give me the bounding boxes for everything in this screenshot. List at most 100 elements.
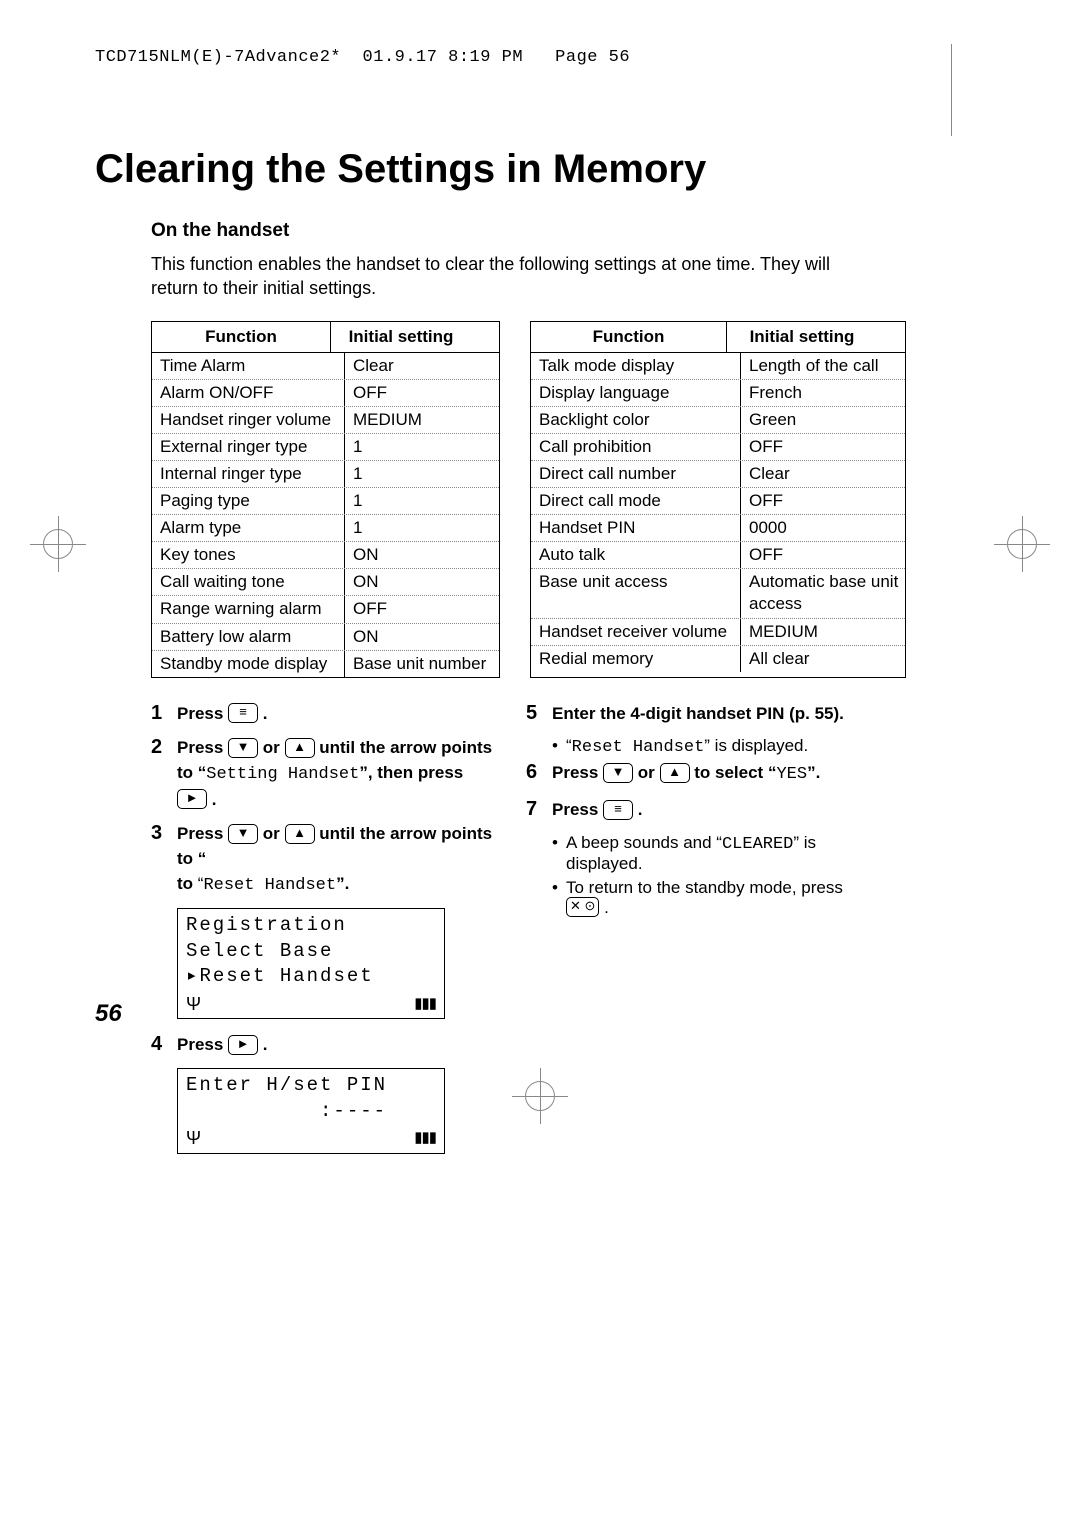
- table-row: External ringer type1: [152, 434, 499, 461]
- menu-key-icon: ≡: [603, 800, 633, 820]
- col-initial: Initial setting: [727, 322, 877, 352]
- text: ” is displayed.: [704, 736, 808, 755]
- target-text: YES: [776, 765, 807, 784]
- table-row: Battery low alarmON: [152, 624, 499, 651]
- table-row: Alarm type1: [152, 515, 499, 542]
- registration-mark-icon: [30, 516, 86, 572]
- table-row: Direct call modeOFF: [531, 488, 905, 515]
- lcd-line: Registration: [186, 913, 436, 939]
- text: To return to the standby mode, press: [566, 878, 843, 897]
- table-row: Internal ringer type1: [152, 461, 499, 488]
- table-row: Direct call numberClear: [531, 461, 905, 488]
- battery-icon: ▮▮▮: [414, 1128, 436, 1148]
- text: or: [638, 763, 660, 782]
- table-row: Key tonesON: [152, 542, 499, 569]
- lcd-screen-1: Registration Select Base ▸Reset Handset …: [177, 908, 445, 1019]
- text: Reset Handset: [572, 738, 705, 757]
- step-6: 6 Press ▼ or ▲ to select “YES”.: [526, 761, 871, 788]
- lcd-screen-2: Enter H/set PIN :---- Ψ ▮▮▮: [177, 1068, 445, 1154]
- down-key-icon: ▼: [228, 738, 258, 758]
- text: ”.: [807, 763, 820, 782]
- text: Press: [177, 824, 228, 843]
- text: .: [212, 790, 217, 809]
- text: or: [263, 738, 285, 757]
- col-function: Function: [531, 322, 727, 352]
- text: Press: [177, 704, 228, 723]
- steps-right: 5 Enter the 4-digit handset PIN (p. 55).…: [526, 702, 871, 1168]
- table-row: Backlight colorGreen: [531, 407, 905, 434]
- text: CLEARED: [722, 835, 793, 854]
- text: Press: [552, 800, 603, 819]
- text: ”.: [336, 874, 349, 893]
- battery-icon: ▮▮▮: [414, 994, 436, 1014]
- right-key-icon: ►: [228, 1035, 258, 1055]
- step-4: 4 Press ► .: [151, 1033, 496, 1058]
- step-7: 7 Press ≡ .: [526, 798, 871, 823]
- antenna-icon: Ψ: [186, 1126, 203, 1150]
- table-row: Range warning alarmOFF: [152, 596, 499, 623]
- antenna-icon: Ψ: [186, 992, 203, 1016]
- settings-tables: Function Initial setting Time AlarmClear…: [151, 321, 985, 678]
- text: Press: [177, 738, 228, 757]
- text: Press: [552, 763, 603, 782]
- right-key-icon: ►: [177, 789, 207, 809]
- settings-table-right: Function Initial setting Talk mode displ…: [530, 321, 906, 678]
- target-text: Reset Handset: [203, 876, 336, 895]
- lcd-line: :----: [186, 1099, 436, 1125]
- table-row: Standby mode displayBase unit number: [152, 651, 499, 677]
- step-3: 3 Press ▼ or ▲ until the arrow points to…: [151, 822, 496, 898]
- lcd-line: ▸Reset Handset: [186, 964, 436, 990]
- crop-mark: [951, 44, 952, 136]
- table-row: Display languageFrench: [531, 380, 905, 407]
- text: to select “: [694, 763, 776, 782]
- registration-mark-icon: [512, 1068, 568, 1124]
- text: .: [263, 1035, 268, 1054]
- table-row: Call prohibitionOFF: [531, 434, 905, 461]
- step-5-bullet: • “Reset Handset” is displayed.: [552, 736, 871, 757]
- settings-table-left: Function Initial setting Time AlarmClear…: [151, 321, 500, 678]
- text: Enter the 4-digit handset PIN (p. 55).: [552, 704, 844, 723]
- intro-text: This function enables the handset to cle…: [151, 252, 881, 301]
- table-row: Handset ringer volumeMEDIUM: [152, 407, 499, 434]
- lcd-line: Enter H/set PIN: [186, 1073, 436, 1099]
- step-7-bullet-2: • To return to the standby mode, press ✕…: [552, 878, 871, 919]
- up-key-icon: ▲: [660, 763, 690, 783]
- text: or: [263, 824, 285, 843]
- step-7-bullet-1: • A beep sounds and “CLEARED” is display…: [552, 833, 871, 874]
- lcd-line: Select Base: [186, 939, 436, 965]
- up-key-icon: ▲: [285, 738, 315, 758]
- text: .: [263, 704, 268, 723]
- down-key-icon: ▼: [603, 763, 633, 783]
- text: Press: [177, 1035, 228, 1054]
- page-title: Clearing the Settings in Memory: [95, 147, 985, 192]
- table-row: Auto talkOFF: [531, 542, 905, 569]
- registration-mark-icon: [994, 516, 1050, 572]
- text: ”, then press: [359, 763, 463, 782]
- end-key-icon: ✕ ⊙: [566, 897, 599, 917]
- col-initial: Initial setting: [331, 322, 471, 352]
- section-heading: On the handset: [151, 220, 985, 242]
- step-2: 2 Press ▼ or ▲ until the arrow points to…: [151, 736, 496, 812]
- table-row: Redial memoryAll clear: [531, 646, 905, 672]
- col-function: Function: [152, 322, 331, 352]
- table-row: Time AlarmClear: [152, 353, 499, 380]
- table-row: Handset receiver volumeMEDIUM: [531, 619, 905, 646]
- table-row: Handset PIN0000: [531, 515, 905, 542]
- text: .: [638, 800, 643, 819]
- target-text: Setting Handset: [206, 765, 359, 784]
- table-row: Base unit accessAutomatic base unit acce…: [531, 569, 905, 618]
- up-key-icon: ▲: [285, 824, 315, 844]
- down-key-icon: ▼: [228, 824, 258, 844]
- table-row: Call waiting toneON: [152, 569, 499, 596]
- table-row: Talk mode displayLength of the call: [531, 353, 905, 380]
- step-5: 5 Enter the 4-digit handset PIN (p. 55).: [526, 702, 871, 727]
- text: .: [599, 898, 608, 917]
- page-number: 56: [95, 1000, 122, 1028]
- menu-key-icon: ≡: [228, 703, 258, 723]
- text: A beep sounds and “: [566, 833, 722, 852]
- step-1: 1 Press ≡ .: [151, 702, 496, 727]
- table-row: Paging type1: [152, 488, 499, 515]
- print-header: TCD715NLM(E)-7Advance2* 01.9.17 8:19 PM …: [95, 48, 985, 67]
- steps-left: 1 Press ≡ . 2 Press ▼ or ▲ until the arr…: [151, 702, 496, 1168]
- table-row: Alarm ON/OFFOFF: [152, 380, 499, 407]
